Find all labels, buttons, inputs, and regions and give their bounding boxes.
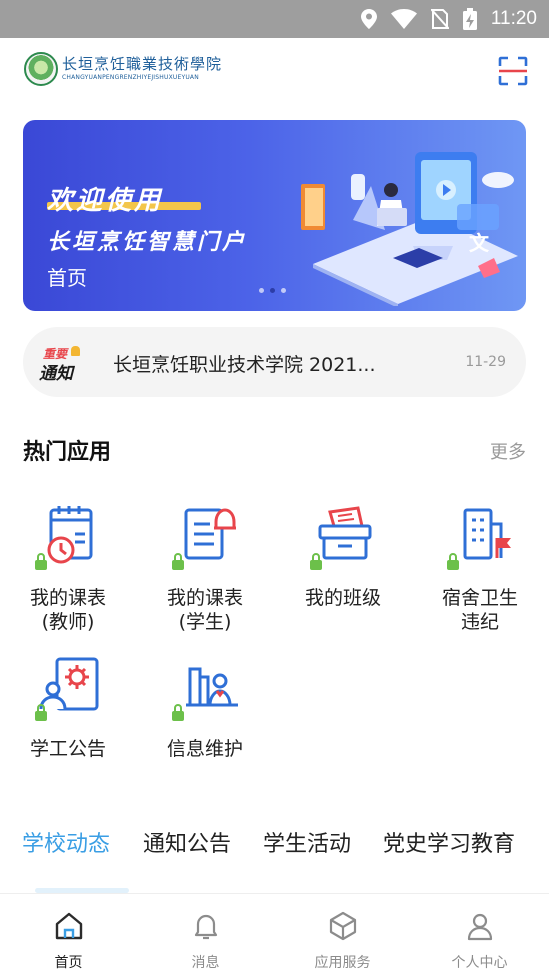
more-link[interactable]: 更多	[490, 438, 526, 464]
signal-off-icon	[430, 9, 449, 29]
calendar-clock-icon	[35, 506, 93, 570]
app-label-line2: (教师)	[41, 611, 95, 633]
home-icon	[55, 912, 82, 940]
app-label: 我的课表	[166, 587, 243, 609]
tab-notices[interactable]: 通知公告	[143, 826, 231, 858]
school-emblem-icon	[24, 52, 58, 86]
school-name: 长垣烹饪職業技術學院	[62, 55, 223, 73]
nav-profile[interactable]: 个人中心	[411, 894, 548, 976]
tab-student-activities[interactable]: 学生活动	[263, 826, 351, 858]
nav-label: 应用服务	[314, 955, 371, 971]
bell-icon	[194, 914, 217, 940]
app-label: 我的课表	[29, 587, 106, 609]
app-label: 我的班级	[304, 587, 381, 609]
app-my-class[interactable]: 我的班级	[283, 504, 403, 610]
notice-date: 11-29	[465, 354, 506, 370]
banner-caption: 首页	[47, 266, 87, 290]
tab-school-news[interactable]: 学校动态	[22, 826, 110, 858]
scan-icon[interactable]	[498, 56, 528, 86]
app-label-line2: (学生)	[178, 611, 232, 633]
app-label: 学工公告	[29, 738, 106, 760]
school-name-pinyin: CHANGYUANPENGRENZHIYEJISHUXUEYUAN	[62, 74, 199, 81]
status-bar: 11:20	[0, 0, 549, 38]
cube-icon	[329, 911, 356, 941]
notice-gear-icon	[35, 657, 99, 721]
nav-label: 首页	[54, 955, 83, 971]
app-header: 长垣烹饪職業技術學院 CHANGYUANPENGRENZHIYEJISHUXUE…	[0, 38, 549, 110]
wifi-icon	[390, 9, 417, 29]
nav-home[interactable]: 首页	[0, 894, 137, 976]
nav-label: 消息	[191, 955, 220, 971]
banner-dot	[281, 288, 286, 293]
notice-bar[interactable]: 重要 通知 长垣烹饪职业技术学院 2021... 11-29	[23, 327, 526, 397]
app-label: 宿舍卫生	[441, 587, 518, 609]
document-bell-icon	[172, 508, 236, 570]
app-schedule-teacher[interactable]: 我的课表 (教师)	[8, 504, 128, 634]
app-label-line2: 违纪	[460, 611, 499, 633]
hot-apps-title: 热门应用	[23, 440, 112, 465]
banner-pagination	[259, 288, 286, 293]
app-info-maintain[interactable]: 信息维护	[145, 655, 265, 761]
app-student-notice[interactable]: 学工公告	[8, 655, 128, 761]
welcome-banner[interactable]: 欢迎使用 长垣烹饪智慧门户 首页 文	[23, 120, 526, 311]
info-maintain-icon	[172, 667, 238, 721]
location-icon	[360, 9, 377, 29]
class-box-icon	[310, 506, 372, 570]
banner-illustration: 文	[301, 152, 518, 306]
app-dorm-hygiene[interactable]: 宿舍卫生 违纪	[420, 504, 540, 634]
svg-text:文: 文	[469, 231, 490, 255]
nav-app-services[interactable]: 应用服务	[274, 894, 411, 976]
school-logo: 长垣烹饪職業技術學院 CHANGYUANPENGRENZHIYEJISHUXUE…	[24, 52, 222, 86]
banner-dot-active	[270, 288, 275, 293]
tab-party-history[interactable]: 党史学习教育	[383, 826, 515, 858]
notice-text: 长垣烹饪职业技术学院 2021...	[113, 354, 376, 376]
banner-title: 欢迎使用	[47, 186, 164, 216]
app-label: 信息维护	[166, 738, 243, 760]
banner-subtitle: 长垣烹饪智慧门户	[47, 230, 248, 255]
dorm-flag-icon	[447, 508, 511, 570]
battery-charging-icon	[462, 8, 477, 30]
bottom-navigation: 首页 消息 应用服务 个人中心	[0, 893, 549, 976]
nav-label: 个人中心	[451, 955, 508, 971]
important-notice-badge: 重要 通知	[39, 345, 81, 384]
bell-icon	[71, 346, 80, 356]
person-icon	[467, 913, 492, 941]
news-tabs: 学校动态 通知公告 学生活动 党史学习教育	[0, 826, 549, 866]
status-time: 11:20	[490, 8, 537, 29]
banner-dot	[259, 288, 264, 293]
app-schedule-student[interactable]: 我的课表 (学生)	[145, 504, 265, 634]
nav-messages[interactable]: 消息	[137, 894, 274, 976]
